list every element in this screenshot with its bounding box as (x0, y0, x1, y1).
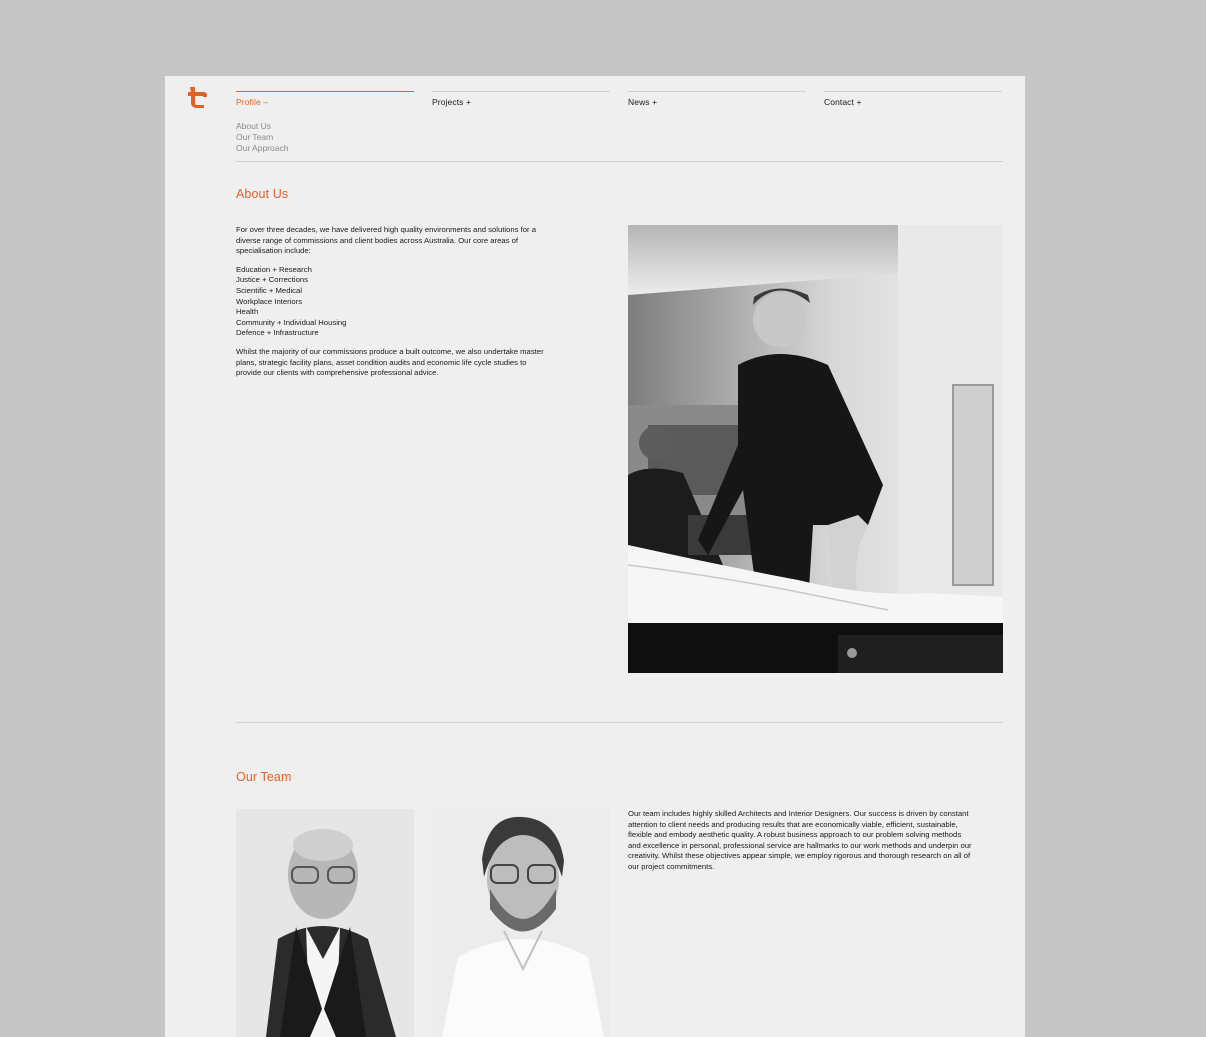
office-photo (628, 225, 1003, 673)
list-item: Scientific + Medical (236, 285, 303, 295)
team-member-photo-1 (236, 809, 414, 1037)
nav-contact[interactable]: Contact + (824, 91, 1002, 107)
nav-rule (628, 91, 806, 92)
list-item: Justice + Corrections (236, 275, 308, 285)
nav-rule (824, 91, 1002, 92)
specialisation-list: Education + Research Justice + Correctio… (236, 265, 548, 339)
list-item: Defence + Infrastructure (236, 328, 319, 338)
t-logo-icon[interactable] (186, 85, 210, 109)
about-closing: Whilst the majority of our commissions p… (236, 346, 544, 378)
nav-contact-label[interactable]: Contact + (824, 97, 1002, 107)
list-item: Workplace Interiors (236, 296, 303, 306)
team-member-photo-2 (432, 809, 610, 1037)
header-divider (236, 161, 1003, 162)
about-intro: For over three decades, we have delivere… (236, 225, 536, 256)
nav-profile-label[interactable]: Profile – (236, 97, 414, 107)
nav-rule (432, 91, 610, 92)
team-description: Our team includes highly skilled Archite… (628, 809, 972, 871)
nav-profile[interactable]: Profile – About Us Our Team Our Approach (236, 91, 414, 153)
list-item: Health (236, 307, 259, 317)
team-text: Our team includes highly skilled Archite… (628, 809, 973, 881)
profile-submenu: About Us Our Team Our Approach (236, 121, 414, 153)
nav-news[interactable]: News + (628, 91, 806, 107)
team-title: Our Team (236, 770, 292, 784)
submenu-our-approach[interactable]: Our Approach (236, 143, 414, 154)
section-divider (236, 722, 1003, 723)
submenu-our-team[interactable]: Our Team (236, 132, 414, 143)
nav-projects[interactable]: Projects + (432, 91, 610, 107)
list-item: Education + Research (236, 264, 312, 274)
about-title: About Us (236, 187, 289, 201)
nav-news-label[interactable]: News + (628, 97, 806, 107)
nav-rule (236, 91, 414, 92)
page: Profile – About Us Our Team Our Approach… (165, 76, 1025, 1037)
nav-projects-label[interactable]: Projects + (432, 97, 610, 107)
about-text: For over three decades, we have delivere… (236, 225, 548, 387)
list-item: Community + Individual Housing (236, 317, 347, 327)
submenu-about-us[interactable]: About Us (236, 121, 414, 132)
